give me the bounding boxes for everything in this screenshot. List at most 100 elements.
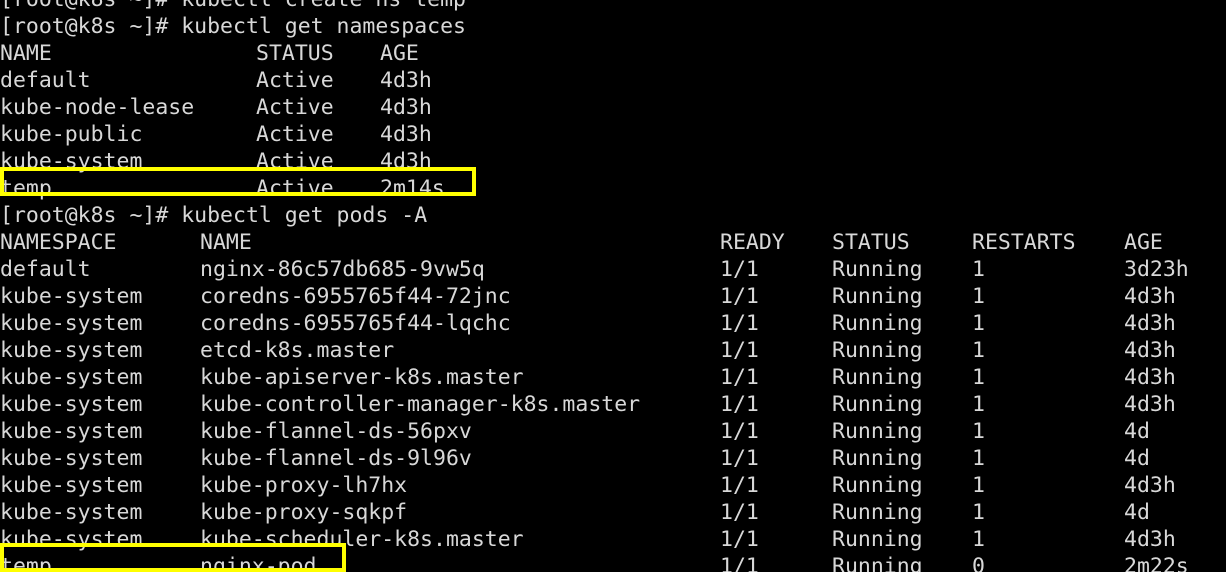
pod-header-name: NAME	[200, 230, 252, 255]
pod-row-3-age: 4d3h	[1124, 338, 1176, 363]
pod-row-1-restarts: 1	[972, 284, 985, 309]
pod-row-8-restarts: 1	[972, 473, 985, 498]
pod-row-5-restarts: 1	[972, 392, 985, 417]
pod-row-11-name: nginx-pod	[200, 554, 317, 572]
pod-row-4-status: Running	[832, 365, 923, 390]
pod-header-ready: READY	[720, 230, 785, 255]
terminal-line-header-namespaces: NAME STATUS AGE	[0, 40, 1226, 67]
ns-row-0-name: default	[0, 68, 91, 93]
pod-row-9-name: kube-proxy-sqkpf	[200, 500, 408, 525]
pod-row-0-restarts: 1	[972, 257, 985, 282]
pod-row-6-status: Running	[832, 419, 923, 444]
pod-row-3-restarts: 1	[972, 338, 985, 363]
command-pods: [root@k8s ~]# kubectl get pods -A	[0, 203, 428, 228]
table-row: kube-public Active 4d3h	[0, 121, 1226, 148]
pod-row-11-restarts: 0	[972, 554, 985, 572]
pod-row-7-ready: 1/1	[720, 446, 759, 471]
pod-row-11-namespace: temp	[0, 554, 52, 572]
pod-row-7-namespace: kube-system	[0, 446, 143, 471]
pod-row-3-namespace: kube-system	[0, 338, 143, 363]
command-namespaces: [root@k8s ~]# kubectl get namespaces	[0, 14, 466, 39]
pod-row-1-ready: 1/1	[720, 284, 759, 309]
pod-row-8-namespace: kube-system	[0, 473, 143, 498]
terminal-line-command-namespaces: [root@k8s ~]# kubectl get namespaces	[0, 13, 1226, 40]
pod-row-7-name: kube-flannel-ds-9l96v	[200, 446, 472, 471]
pod-row-1-name: coredns-6955765f44-72jnc	[200, 284, 511, 309]
terminal-window[interactable]: [root@k8s ~]# kubectl create ns temp [ro…	[0, 0, 1226, 572]
pod-row-5-age: 4d3h	[1124, 392, 1176, 417]
ns-row-1-name: kube-node-lease	[0, 95, 195, 120]
ns-row-2-age: 4d3h	[380, 122, 432, 147]
pod-row-8-ready: 1/1	[720, 473, 759, 498]
table-row: kube-system kube-proxy-lh7hx 1/1 Running…	[0, 472, 1226, 499]
pod-row-5-name: kube-controller-manager-k8s.master	[200, 392, 641, 417]
pod-row-5-namespace: kube-system	[0, 392, 143, 417]
table-row: kube-node-lease Active 4d3h	[0, 94, 1226, 121]
pod-row-4-namespace: kube-system	[0, 365, 143, 390]
pod-row-8-age: 4d3h	[1124, 473, 1176, 498]
terminal-screen: [root@k8s ~]# kubectl create ns temp [ro…	[0, 0, 1226, 572]
pod-row-11-ready: 1/1	[720, 554, 759, 572]
ns-header-age: AGE	[380, 41, 419, 66]
ns-row-3-age: 4d3h	[380, 149, 432, 174]
table-row: default nginx-86c57db685-9vw5q 1/1 Runni…	[0, 256, 1226, 283]
table-row: default Active 4d3h	[0, 67, 1226, 94]
ns-row-2-name: kube-public	[0, 122, 143, 147]
pod-row-4-ready: 1/1	[720, 365, 759, 390]
pod-row-10-name: kube-scheduler-k8s.master	[200, 527, 524, 552]
terminal-line-command-pods: [root@k8s ~]# kubectl get pods -A	[0, 202, 1226, 229]
pod-row-2-name: coredns-6955765f44-lqchc	[200, 311, 511, 336]
pod-row-11-status: Running	[832, 554, 923, 572]
pod-row-10-restarts: 1	[972, 527, 985, 552]
pod-header-age: AGE	[1124, 230, 1163, 255]
table-row: kube-system coredns-6955765f44-lqchc 1/1…	[0, 310, 1226, 337]
scrollback-text: [root@k8s ~]# kubectl create ns temp	[0, 0, 466, 13]
ns-row-2-status: Active	[256, 122, 334, 147]
pod-row-0-ready: 1/1	[720, 257, 759, 282]
pod-row-10-namespace: kube-system	[0, 527, 143, 552]
ns-row-0-age: 4d3h	[380, 68, 432, 93]
pod-row-6-namespace: kube-system	[0, 419, 143, 444]
pod-row-2-status: Running	[832, 311, 923, 336]
pod-row-10-age: 4d3h	[1124, 527, 1176, 552]
ns-row-1-age: 4d3h	[380, 95, 432, 120]
pod-row-7-status: Running	[832, 446, 923, 471]
pod-row-5-ready: 1/1	[720, 392, 759, 417]
pod-row-7-age: 4d	[1124, 446, 1150, 471]
pod-row-3-status: Running	[832, 338, 923, 363]
table-row: kube-system kube-flannel-ds-9l96v 1/1 Ru…	[0, 445, 1226, 472]
pod-row-1-age: 4d3h	[1124, 284, 1176, 309]
pod-row-1-namespace: kube-system	[0, 284, 143, 309]
ns-row-0-status: Active	[256, 68, 334, 93]
pod-row-10-ready: 1/1	[720, 527, 759, 552]
pod-row-8-status: Running	[832, 473, 923, 498]
ns-row-3-status: Active	[256, 149, 334, 174]
pod-row-8-name: kube-proxy-lh7hx	[200, 473, 408, 498]
table-row-temp-nginx-pod: temp nginx-pod 1/1 Running 0 2m22s	[0, 553, 1226, 572]
pod-header-restarts: RESTARTS	[972, 230, 1076, 255]
pod-header-namespace: NAMESPACE	[0, 230, 117, 255]
pod-row-6-restarts: 1	[972, 419, 985, 444]
table-row-temp-namespace: temp Active 2m14s	[0, 175, 1226, 202]
table-row: kube-system coredns-6955765f44-72jnc 1/1…	[0, 283, 1226, 310]
table-row: kube-system kube-flannel-ds-56pxv 1/1 Ru…	[0, 418, 1226, 445]
pod-row-1-status: Running	[832, 284, 923, 309]
ns-header-name: NAME	[0, 41, 52, 66]
pod-row-0-age: 3d23h	[1124, 257, 1189, 282]
pod-row-2-age: 4d3h	[1124, 311, 1176, 336]
pod-row-6-ready: 1/1	[720, 419, 759, 444]
ns-header-status: STATUS	[256, 41, 334, 66]
terminal-line-scrollback: [root@k8s ~]# kubectl create ns temp	[0, 0, 1226, 13]
table-row: kube-system kube-proxy-sqkpf 1/1 Running…	[0, 499, 1226, 526]
pod-row-4-name: kube-apiserver-k8s.master	[200, 365, 524, 390]
table-row: kube-system kube-apiserver-k8s.master 1/…	[0, 364, 1226, 391]
pod-row-10-status: Running	[832, 527, 923, 552]
ns-row-4-status: Active	[256, 176, 334, 201]
pod-row-2-ready: 1/1	[720, 311, 759, 336]
ns-row-3-name: kube-system	[0, 149, 143, 174]
pod-row-7-restarts: 1	[972, 446, 985, 471]
table-row: kube-system Active 4d3h	[0, 148, 1226, 175]
pod-row-9-ready: 1/1	[720, 500, 759, 525]
pod-row-2-restarts: 1	[972, 311, 985, 336]
pod-header-status: STATUS	[832, 230, 910, 255]
